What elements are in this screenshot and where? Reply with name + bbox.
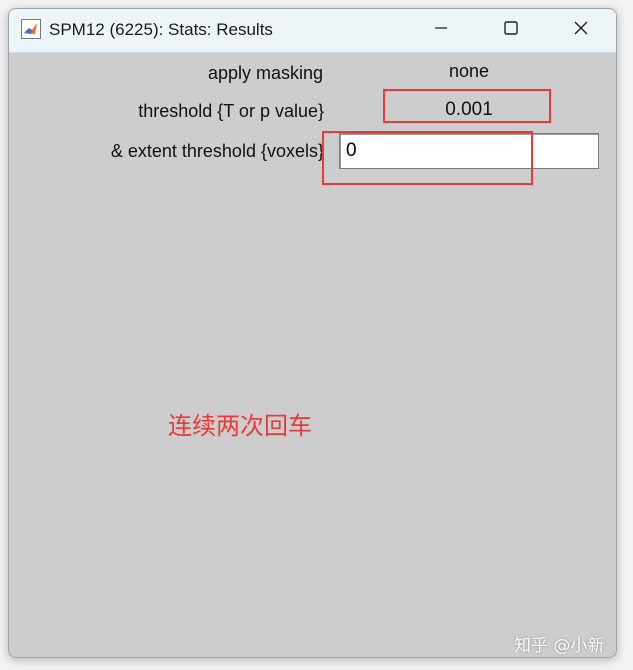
results-panel: apply masking none threshold {T or p val…: [9, 53, 616, 657]
masking-value: none: [448, 61, 490, 81]
maximize-button[interactable]: [476, 9, 546, 52]
threshold-value: 0.001: [445, 99, 493, 120]
masking-label: apply masking: [207, 63, 323, 83]
watermark-text: 知乎 @小新: [514, 636, 605, 656]
close-button[interactable]: [546, 9, 616, 52]
matlab-icon: [21, 19, 41, 39]
threshold-label: threshold {T or p value}: [138, 101, 324, 121]
extent-threshold-input[interactable]: [339, 133, 599, 169]
extent-threshold-label: & extent threshold {voxels}: [110, 141, 324, 161]
title-bar[interactable]: SPM12 (6225): Stats: Results: [9, 9, 616, 53]
minimize-button[interactable]: [406, 9, 476, 52]
spm-results-window: SPM12 (6225): Stats: Results apply maski…: [8, 8, 617, 658]
minimize-icon: [434, 21, 448, 40]
close-icon: [573, 20, 589, 41]
window-title: SPM12 (6225): Stats: Results: [49, 20, 273, 39]
maximize-icon: [504, 21, 518, 40]
annotation-text: 连续两次回车: [168, 412, 312, 440]
